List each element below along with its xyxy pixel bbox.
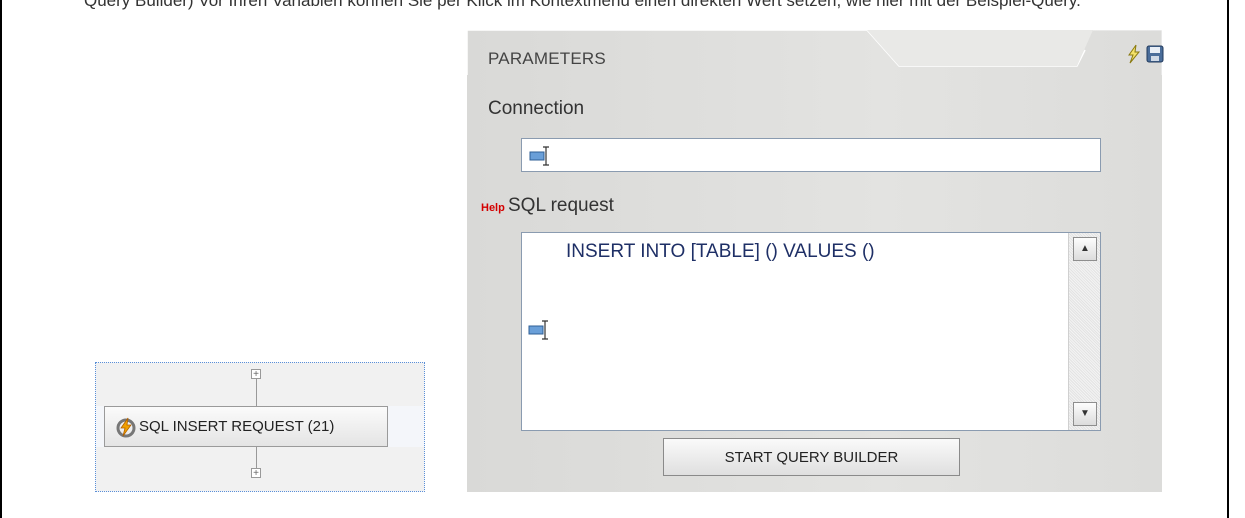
- text-cursor-icon: [529, 146, 549, 166]
- node-label: SQL INSERT REQUEST (21): [139, 418, 335, 435]
- sql-lightning-icon: [116, 417, 136, 437]
- connector-top: [256, 379, 257, 406]
- frame-right-border: [1227, 0, 1229, 518]
- connection-field[interactable]: [521, 138, 1101, 172]
- start-query-builder-button[interactable]: START QUERY BUILDER: [663, 438, 960, 476]
- panel-icon-group: [1124, 44, 1165, 64]
- sql-request-label: SQL request: [508, 195, 614, 216]
- connector-bottom: [256, 447, 257, 468]
- sql-request-textarea[interactable]: INSERT INTO [TABLE] () VALUES () ▲ ▼: [521, 232, 1101, 431]
- scroll-down-button[interactable]: ▼: [1073, 402, 1097, 426]
- frame-left-border: [0, 0, 2, 518]
- sql-insert-node[interactable]: SQL INSERT REQUEST (21): [104, 406, 388, 447]
- help-link[interactable]: Help: [481, 202, 505, 214]
- parameters-panel: PARAMETERS Connection Help SQL request I…: [467, 30, 1165, 492]
- vertical-scrollbar[interactable]: ▲ ▼: [1068, 233, 1100, 430]
- lightning-icon[interactable]: [1124, 44, 1144, 64]
- scroll-up-button[interactable]: ▲: [1073, 237, 1097, 261]
- top-text-fragment: Query Builder) Vor Ihren Variablen könne…: [84, 0, 1081, 10]
- expand-top-icon[interactable]: +: [251, 369, 261, 380]
- expand-bottom-icon[interactable]: +: [251, 468, 261, 479]
- text-cursor-icon: [528, 320, 548, 340]
- panel-title: PARAMETERS: [488, 49, 606, 68]
- save-icon[interactable]: [1145, 44, 1165, 64]
- workflow-node-area: + SQL INSERT REQUEST (21) +: [95, 362, 425, 492]
- sql-request-text: INSERT INTO [TABLE] () VALUES (): [566, 241, 875, 262]
- connection-label: Connection: [488, 98, 585, 119]
